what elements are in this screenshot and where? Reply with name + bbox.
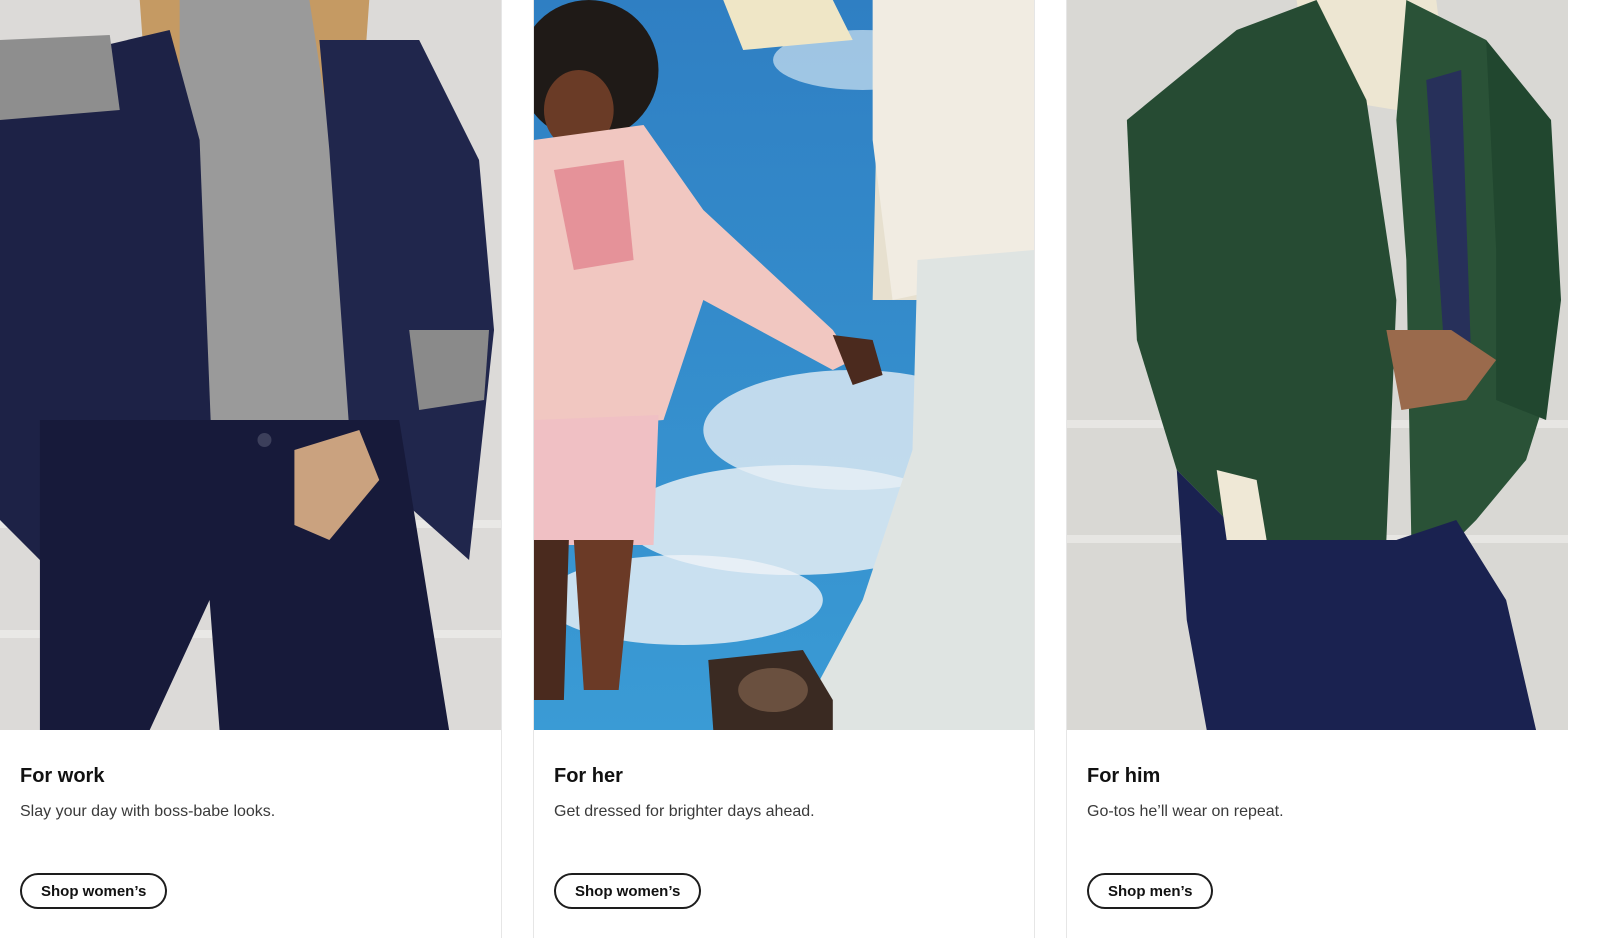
for-work-text: For work Slay your day with boss-babe lo…	[20, 760, 481, 824]
for-him-photo[interactable]	[1067, 0, 1568, 730]
card-title: For him	[1087, 765, 1161, 787]
card-title: For her	[554, 765, 623, 787]
card-description: Get dressed for brighter days ahead.	[554, 803, 815, 820]
card-description: Go-tos he’ll wear on repeat.	[1087, 803, 1284, 820]
category-card-for-him[interactable]: For him Go-tos he’ll wear on repeat. Sho…	[1066, 0, 1568, 938]
category-card-for-her[interactable]: For her Get dressed for brighter days ah…	[533, 0, 1035, 938]
shop-womens-button[interactable]: Shop women’s	[20, 873, 168, 909]
for-him-text: For him Go-tos he’ll wear on repeat.	[1087, 760, 1548, 824]
card-title: For work	[20, 765, 105, 787]
for-work-photo[interactable]	[0, 0, 501, 730]
shop-womens-button[interactable]: Shop women’s	[554, 873, 702, 909]
category-card-for-work[interactable]: For work Slay your day with boss-babe lo…	[0, 0, 502, 938]
for-her-text: For her Get dressed for brighter days ah…	[554, 760, 1014, 824]
shop-mens-button[interactable]: Shop men’s	[1087, 873, 1214, 909]
card-description: Slay your day with boss-babe looks.	[20, 803, 276, 820]
for-her-photo[interactable]	[534, 0, 1034, 730]
category-card-row: For work Slay your day with boss-babe lo…	[0, 0, 1600, 938]
